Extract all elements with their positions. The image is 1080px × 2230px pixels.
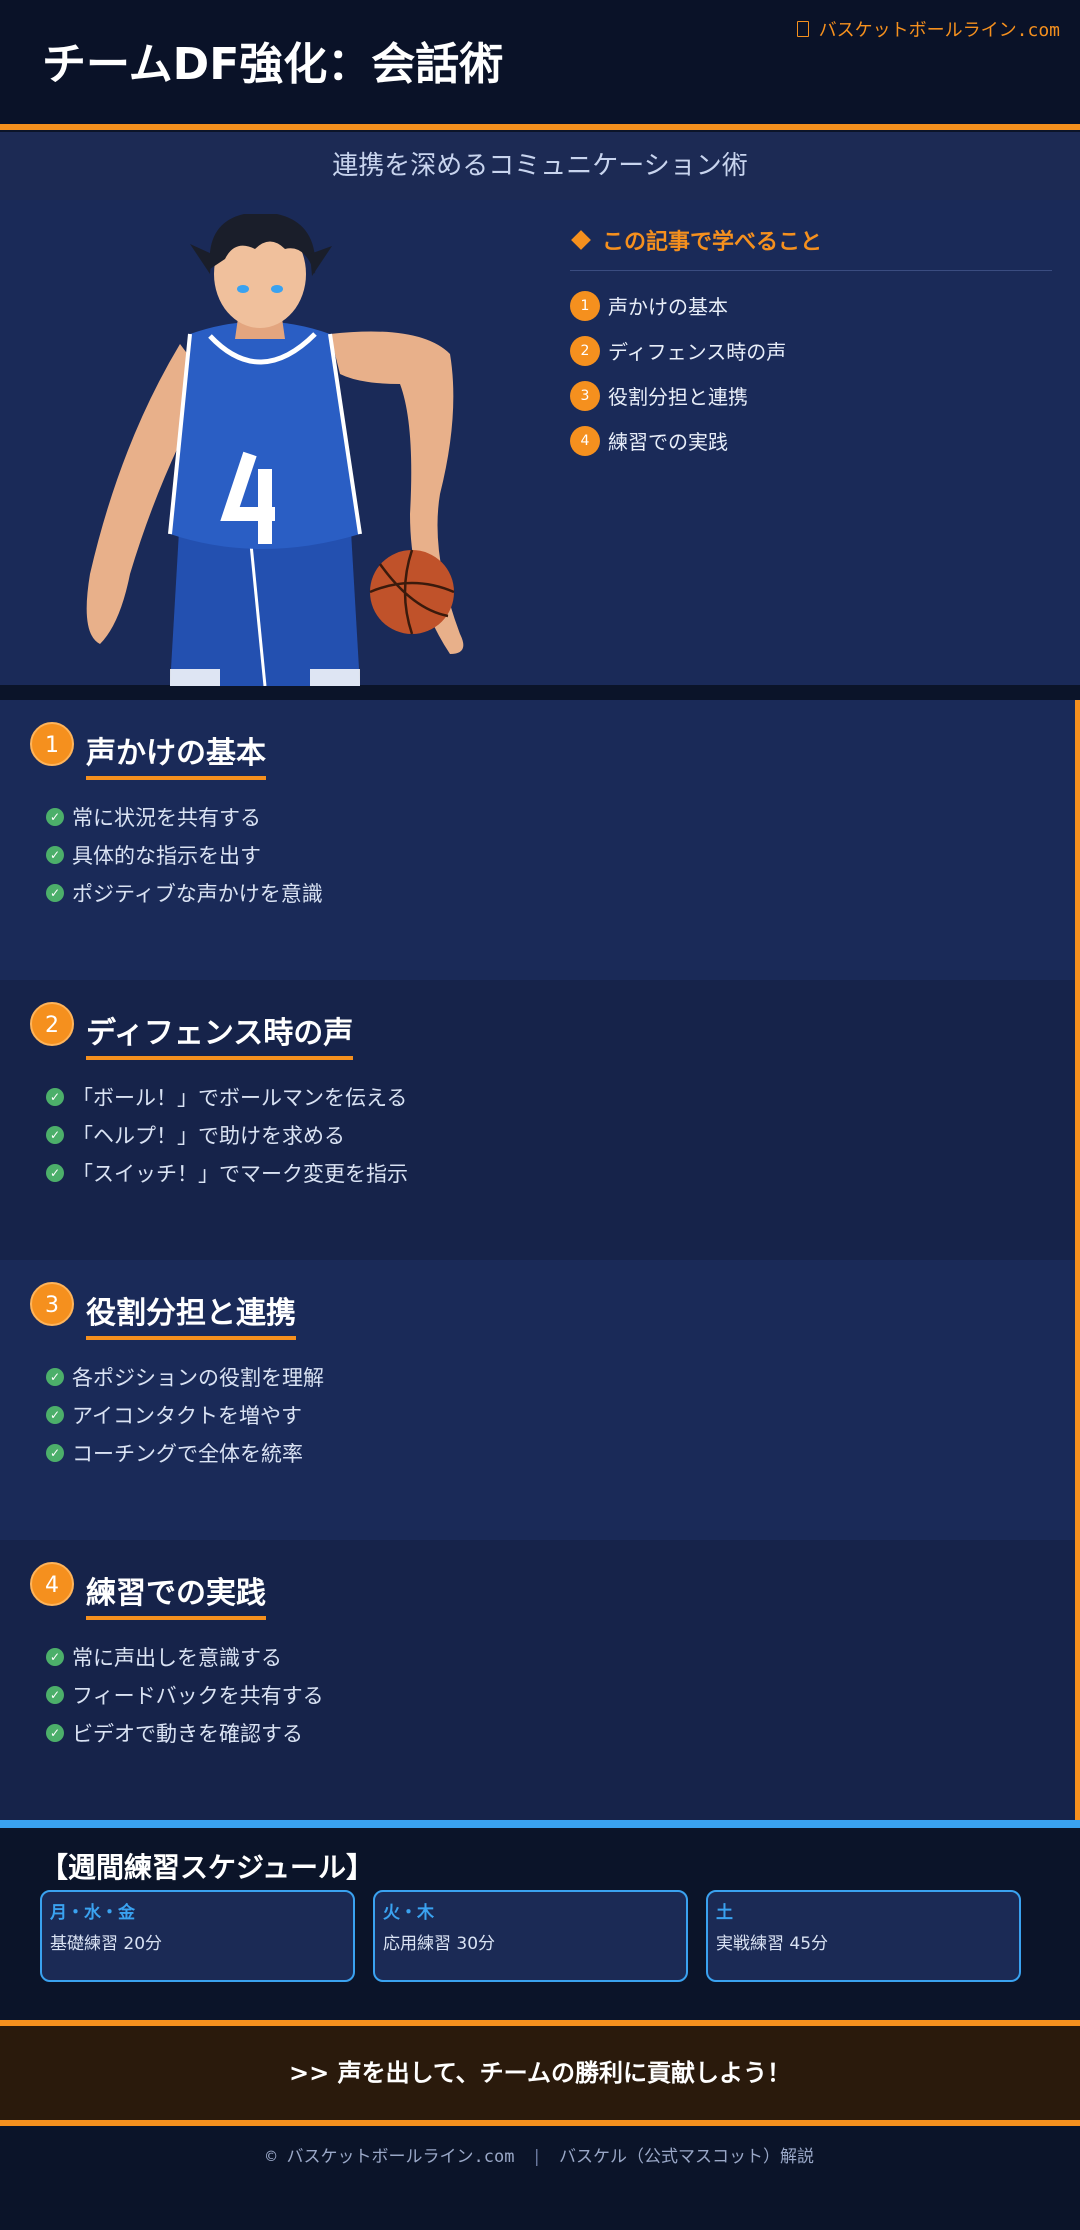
bullet-list: ✓ 「ボール！」でボールマンを伝える ✓ 「ヘルプ！」で助けを求める ✓ 「スイッチ！… bbox=[46, 1078, 408, 1192]
bullet-text: アイコンタクトを増やす bbox=[72, 1404, 302, 1428]
check-icon: ✓ bbox=[46, 1444, 64, 1462]
page-footer: © バスケットボールライン.com | バスケル（公式マスコット）解説 bbox=[0, 2126, 1080, 2230]
section-header: 4 練習での実践 bbox=[30, 1562, 266, 1620]
schedule-card[interactable]: 土 実戦練習 45分 bbox=[706, 1890, 1021, 1982]
learn-summary: この記事で学べること 1 声かけの基本 2 ディフェンス時の声 3 役割分担と連… bbox=[570, 224, 1052, 463]
page-title: チームDF強化：会話術 bbox=[42, 39, 504, 90]
check-icon: ✓ bbox=[46, 1164, 64, 1182]
list-item: ✓ 「ヘルプ！」で助けを求める bbox=[46, 1116, 408, 1154]
hero-section: この記事で学べること 1 声かけの基本 2 ディフェンス時の声 3 役割分担と連… bbox=[0, 200, 1080, 686]
call-to-action: >> 声を出して、チームの勝利に貢献しよう！ bbox=[0, 2026, 1080, 2120]
bullet-text: 常に声出しを意識する bbox=[72, 1646, 282, 1670]
footer-site[interactable]: © バスケットボールライン.com bbox=[266, 2147, 514, 2167]
learn-heading: この記事で学べること bbox=[570, 224, 1052, 271]
schedule-detail: 応用練習 30分 bbox=[383, 1934, 496, 1954]
header-divider bbox=[0, 124, 1080, 130]
bullet-text: 「ボール！」でボールマンを伝える bbox=[72, 1086, 408, 1110]
section-header: 1 声かけの基本 bbox=[30, 722, 266, 780]
schedule-days: 土 bbox=[716, 1903, 733, 1923]
bullet-list: ✓ 常に声出しを意識する ✓ フィードバックを共有する ✓ ビデオで動きを確認する bbox=[46, 1638, 324, 1752]
list-item: ✓ ビデオで動きを確認する bbox=[46, 1714, 324, 1752]
schedule-title: 【週間練習スケジュール】 bbox=[40, 1851, 375, 1884]
list-item: ✓ コーチングで全体を統率 bbox=[46, 1434, 324, 1472]
bullet-text: 具体的な指示を出す bbox=[72, 844, 261, 868]
list-item: ✓ 常に声出しを意識する bbox=[46, 1638, 324, 1676]
check-icon: ✓ bbox=[46, 1126, 64, 1144]
number-badge-icon: 2 bbox=[30, 1002, 74, 1046]
check-icon: ✓ bbox=[46, 1724, 64, 1742]
bullet-text: 各ポジションの役割を理解 bbox=[72, 1366, 324, 1390]
schedule-days: 月・水・金 bbox=[50, 1903, 135, 1923]
bullet-list: ✓ 各ポジションの役割を理解 ✓ アイコンタクトを増やす ✓ コーチングで全体を統率 bbox=[46, 1358, 324, 1472]
bullet-text: コーチングで全体を統率 bbox=[72, 1442, 303, 1466]
list-item: ✓ 「スイッチ！」でマーク変更を指示 bbox=[46, 1154, 408, 1192]
schedule-divider bbox=[0, 1820, 1080, 1828]
learn-item[interactable]: 3 役割分担と連携 bbox=[570, 373, 1052, 418]
section-title: 役割分担と連携 bbox=[86, 1288, 296, 1340]
learn-item[interactable]: 4 練習での実践 bbox=[570, 418, 1052, 463]
list-item: ✓ 常に状況を共有する bbox=[46, 798, 323, 836]
section-title: 声かけの基本 bbox=[86, 728, 266, 780]
section-defense-calls: 2 ディフェンス時の声 ✓ 「ボール！」でボールマンを伝える ✓ 「ヘルプ！」で助け… bbox=[0, 980, 1080, 1260]
learn-heading-text: この記事で学べること bbox=[602, 230, 823, 255]
section-header: 2 ディフェンス時の声 bbox=[30, 1002, 354, 1060]
footer-credit: バスケル（公式マスコット）解説 bbox=[558, 2147, 814, 2167]
page-subtitle: 連携を深めるコミュニケーション術 bbox=[0, 132, 1080, 200]
learn-item-label: 役割分担と連携 bbox=[608, 385, 748, 409]
schedule-card[interactable]: 月・水・金 基礎練習 20分 bbox=[40, 1890, 355, 1982]
list-item: ✓ 「ボール！」でボールマンを伝える bbox=[46, 1078, 408, 1116]
list-item: ✓ アイコンタクトを増やす bbox=[46, 1396, 324, 1434]
section-roles-teamwork: 3 役割分担と連携 ✓ 各ポジションの役割を理解 ✓ アイコンタクトを増やす ✓ コー… bbox=[0, 1260, 1080, 1540]
check-icon: ✓ bbox=[46, 1088, 64, 1106]
check-icon: ✓ bbox=[46, 808, 64, 826]
check-icon: ✓ bbox=[46, 1368, 64, 1386]
box-glyph-icon bbox=[796, 21, 809, 37]
check-icon: ✓ bbox=[46, 1406, 64, 1424]
number-badge-icon: 3 bbox=[30, 1282, 74, 1326]
schedule-detail: 実戦練習 45分 bbox=[716, 1934, 829, 1954]
diamond-icon bbox=[571, 230, 591, 250]
site-brand[interactable]: バスケットボールライン.com bbox=[796, 16, 1060, 42]
bullet-list: ✓ 常に状況を共有する ✓ 具体的な指示を出す ✓ ポジティブな声かけを意識 bbox=[46, 798, 323, 912]
learn-list: 1 声かけの基本 2 ディフェンス時の声 3 役割分担と連携 4 練習での実践 bbox=[570, 283, 1052, 463]
bullet-text: 「スイッチ！」でマーク変更を指示 bbox=[72, 1162, 408, 1186]
basketball-player-illustration bbox=[86, 214, 464, 686]
number-badge-icon: 4 bbox=[570, 425, 600, 456]
section-title: ディフェンス時の声 bbox=[86, 1008, 354, 1060]
weekly-schedule: 【週間練習スケジュール】 月・水・金 基礎練習 20分 火・木 応用練習 30分… bbox=[0, 1828, 1080, 2020]
number-badge-icon: 3 bbox=[570, 380, 600, 411]
list-item: ✓ 具体的な指示を出す bbox=[46, 836, 323, 874]
number-badge-icon: 2 bbox=[570, 335, 600, 366]
bullet-text: 「ヘルプ！」で助けを求める bbox=[72, 1124, 345, 1148]
number-badge-icon: 1 bbox=[30, 722, 74, 766]
list-item: ✓ 各ポジションの役割を理解 bbox=[46, 1358, 324, 1396]
bullet-text: フィードバックを共有する bbox=[72, 1684, 324, 1708]
learn-item[interactable]: 1 声かけの基本 bbox=[570, 283, 1052, 328]
number-badge-icon: 4 bbox=[30, 1562, 74, 1606]
check-icon: ✓ bbox=[46, 846, 64, 864]
section-practice: 4 練習での実践 ✓ 常に声出しを意識する ✓ フィードバックを共有する ✓ ビデオで… bbox=[0, 1540, 1080, 1820]
schedule-days: 火・木 bbox=[383, 1903, 434, 1923]
schedule-card[interactable]: 火・木 応用練習 30分 bbox=[373, 1890, 688, 1982]
footer-separator: | bbox=[533, 2147, 540, 2167]
bullet-text: ポジティブな声かけを意識 bbox=[72, 882, 323, 906]
site-name: バスケットボールライン.com bbox=[818, 20, 1060, 41]
section-voice-basics: 1 声かけの基本 ✓ 常に状況を共有する ✓ 具体的な指示を出す ✓ ポジティブな声か… bbox=[0, 700, 1080, 980]
learn-item[interactable]: 2 ディフェンス時の声 bbox=[570, 328, 1052, 373]
section-header: 3 役割分担と連携 bbox=[30, 1282, 296, 1340]
check-icon: ✓ bbox=[46, 884, 64, 902]
page-header: チームDF強化：会話術 バスケットボールライン.com bbox=[0, 0, 1080, 126]
learn-item-label: ディフェンス時の声 bbox=[608, 340, 787, 364]
schedule-detail: 基礎練習 20分 bbox=[50, 1934, 163, 1954]
learn-item-label: 練習での実践 bbox=[608, 430, 728, 454]
list-item: ✓ ポジティブな声かけを意識 bbox=[46, 874, 323, 912]
bullet-text: ビデオで動きを確認する bbox=[72, 1722, 303, 1746]
bullet-text: 常に状況を共有する bbox=[72, 806, 261, 830]
list-item: ✓ フィードバックを共有する bbox=[46, 1676, 324, 1714]
learn-item-label: 声かけの基本 bbox=[608, 295, 728, 319]
check-icon: ✓ bbox=[46, 1686, 64, 1704]
number-badge-icon: 1 bbox=[570, 290, 600, 321]
section-title: 練習での実践 bbox=[86, 1568, 266, 1620]
check-icon: ✓ bbox=[46, 1648, 64, 1666]
